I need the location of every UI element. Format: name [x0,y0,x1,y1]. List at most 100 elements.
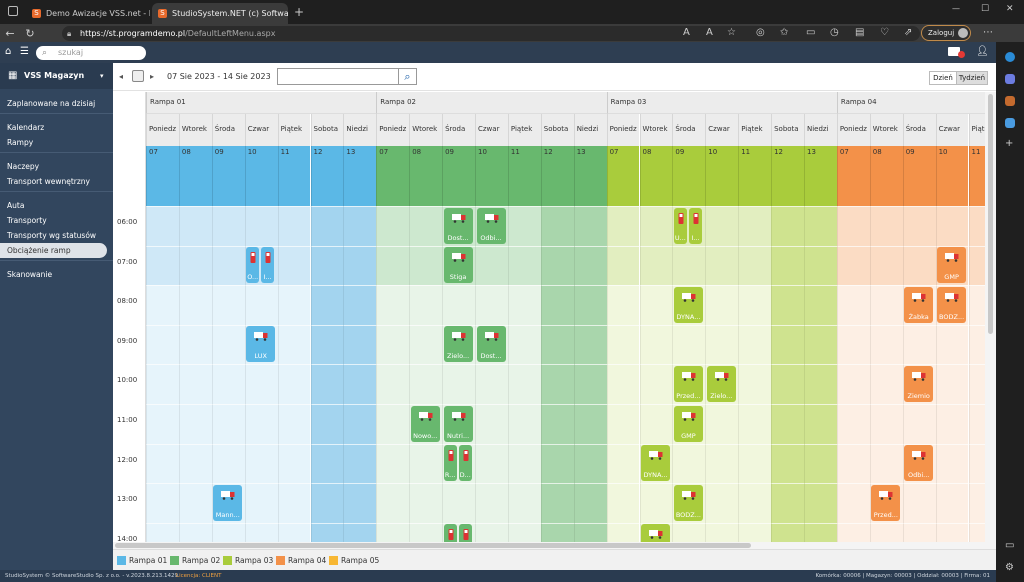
url-field[interactable]: 🔒︎ https://st.programdemo.pl/DefaultLeft… [62,26,920,41]
hour-cell[interactable] [376,285,410,325]
hour-cell[interactable] [606,285,640,325]
hour-cell[interactable] [902,522,936,542]
hour-cell[interactable] [639,245,673,286]
hour-cell[interactable] [211,404,245,444]
hour-cell[interactable] [409,483,443,523]
hour-cell[interactable] [146,285,179,325]
outlook-icon[interactable] [1005,118,1015,128]
hour-cell[interactable] [606,404,640,444]
hour-cell[interactable] [869,245,903,286]
hour-cell[interactable] [507,522,541,542]
favorites-icon[interactable]: ✩ [780,27,788,38]
hour-cell[interactable] [507,404,541,444]
hour-cell[interactable] [573,206,607,246]
hour-cell[interactable] [705,245,739,286]
hour-cell[interactable] [310,206,344,246]
hour-cell[interactable] [376,206,410,246]
hour-cell[interactable] [211,443,245,484]
hour-cell[interactable] [869,206,903,246]
hour-cell[interactable] [442,285,475,325]
hour-cell[interactable] [705,404,739,444]
hour-cell[interactable] [178,483,212,523]
hour-cell[interactable] [310,285,344,325]
hour-cell[interactable] [475,245,508,286]
read-aloud-icon[interactable]: A [706,27,713,38]
hour-cell[interactable] [738,404,772,444]
hour-cell[interactable] [277,206,311,246]
hour-cell[interactable] [705,522,739,542]
hour-cell[interactable] [968,324,985,365]
hour-cell[interactable] [343,443,377,484]
hour-cell[interactable] [343,285,377,325]
hour-cell[interactable] [804,206,837,246]
hour-cell[interactable] [935,483,969,523]
booking-card[interactable]: D... [458,445,472,482]
hour-cell[interactable] [540,206,574,246]
hour-cell[interactable] [442,364,475,404]
hour-cell[interactable] [804,245,837,286]
hour-cell[interactable] [771,245,804,286]
booking-card[interactable]: GMP [937,247,967,284]
scroll-thumb[interactable] [115,543,751,548]
hour-cell[interactable] [376,364,410,404]
hour-cell[interactable] [573,245,607,286]
hour-cell[interactable] [836,483,870,523]
booking-card[interactable]: DYNA... [673,286,703,323]
share-icon[interactable]: ⇗ [904,27,912,38]
hour-cell[interactable] [606,522,640,542]
hour-cell[interactable] [902,404,936,444]
search-input[interactable]: ⌕ szukaj [36,46,146,60]
sidebar-item[interactable]: Transporty [0,213,113,228]
booking-card[interactable] [641,524,670,542]
hour-cell[interactable] [409,324,443,365]
hour-cell[interactable] [277,522,311,542]
hour-cell[interactable] [935,206,969,246]
hour-cell[interactable] [639,364,673,404]
hour-cell[interactable] [639,483,673,523]
booking-card[interactable]: GMP [673,405,703,442]
booking-card[interactable]: Żabka [904,286,934,323]
hour-cell[interactable] [442,483,475,523]
hour-cell[interactable] [475,522,508,542]
hour-cell[interactable] [178,522,212,542]
close-window-icon[interactable]: ✕ [1006,4,1014,14]
booking-card[interactable]: BODZ... [673,484,703,521]
hour-cell[interactable] [606,206,640,246]
booking-card[interactable]: Zielo... [443,326,473,363]
hour-cell[interactable] [672,245,706,286]
hour-cell[interactable] [178,206,212,246]
horizontal-scrollbar[interactable] [113,542,985,549]
hour-cell[interactable] [672,443,706,484]
hour-cell[interactable] [639,324,673,365]
hour-cell[interactable] [146,245,179,286]
hour-cell[interactable] [573,443,607,484]
hour-cell[interactable] [475,483,508,523]
hour-cell[interactable] [507,285,541,325]
hour-cell[interactable] [836,522,870,542]
next-week-icon[interactable]: ▸ [150,72,154,81]
hour-cell[interactable] [178,285,212,325]
hour-cell[interactable] [738,483,772,523]
prev-week-icon[interactable]: ◂ [119,72,123,81]
hour-cell[interactable] [738,206,772,246]
booking-card[interactable]: LUX [246,326,276,363]
hour-cell[interactable] [672,522,706,542]
hour-cell[interactable] [507,364,541,404]
hour-cell[interactable] [376,443,410,484]
sidebar-item[interactable]: Kalendarz [0,120,113,135]
sidebar-toggle-icon[interactable]: ▭ [1005,540,1014,551]
shopping-icon[interactable] [1005,74,1015,84]
hour-cell[interactable] [869,522,903,542]
sidebar-item[interactable]: Obciążenie ramp [0,243,107,258]
booking-card[interactable]: Ziemio [904,365,934,402]
hour-cell[interactable] [869,324,903,365]
booking-card[interactable]: BODZ... [937,286,967,323]
hour-cell[interactable] [804,404,837,444]
hour-cell[interactable] [244,483,278,523]
hour-cell[interactable] [277,285,311,325]
hour-cell[interactable] [146,364,179,404]
hour-cell[interactable] [277,483,311,523]
hour-cell[interactable] [771,483,804,523]
hour-cell[interactable] [376,324,410,365]
vertical-scrollbar[interactable] [985,92,996,549]
